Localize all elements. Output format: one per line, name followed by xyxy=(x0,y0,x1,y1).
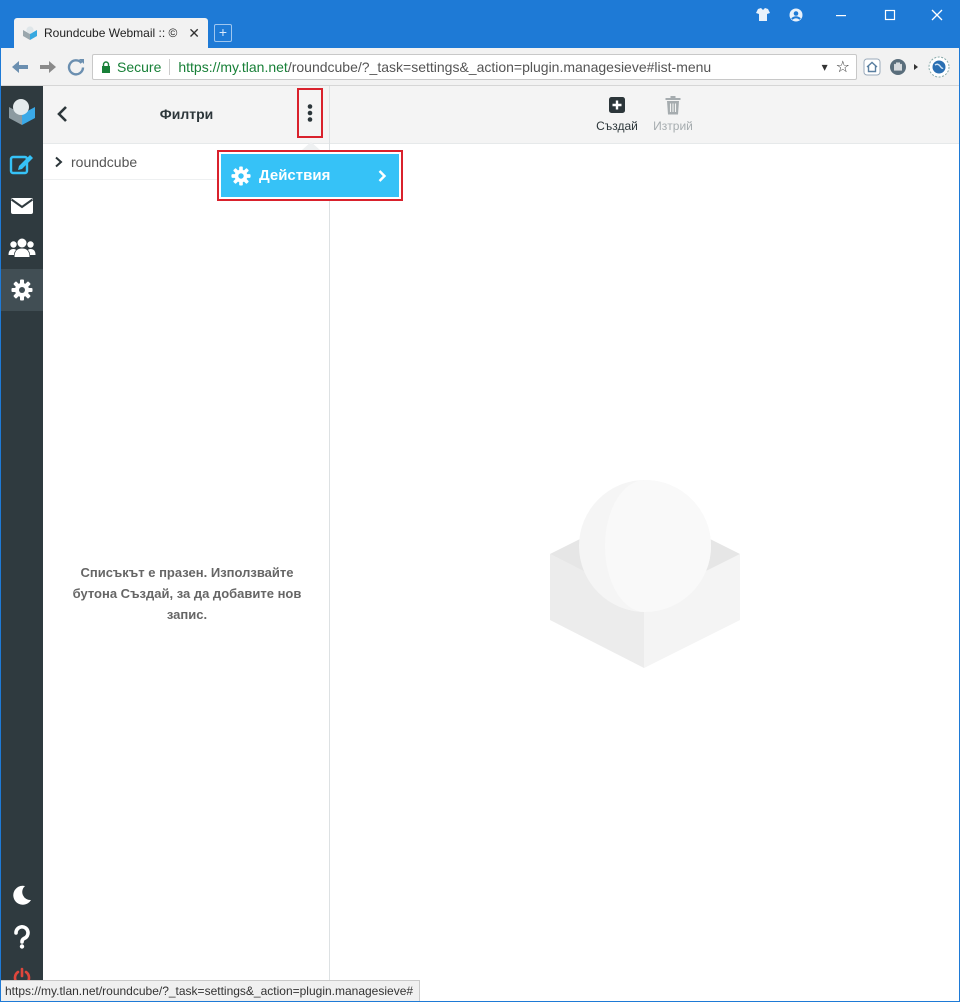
roundcube-watermark-icon xyxy=(550,480,740,668)
chevron-right-icon[interactable] xyxy=(53,156,65,168)
question-icon xyxy=(13,925,30,949)
secure-label: Secure xyxy=(117,59,162,75)
maximize-icon[interactable] xyxy=(879,6,901,24)
envelope-icon xyxy=(10,198,33,214)
profile-shirt-icon[interactable] xyxy=(752,6,774,24)
back-arrow-icon[interactable] xyxy=(10,57,30,77)
tab-title: Roundcube Webmail :: © xyxy=(44,26,178,40)
tab-close-icon[interactable]: ✕ xyxy=(188,25,200,42)
bookmark-star-icon[interactable]: ☆ xyxy=(836,57,850,77)
rail-logout[interactable] xyxy=(0,960,43,980)
create-button-label: Създай xyxy=(596,119,638,133)
browser-tab[interactable]: Roundcube Webmail :: © ✕ xyxy=(14,18,208,48)
browser-status-bar: https://my.tlan.net/roundcube/?_task=set… xyxy=(0,980,420,1002)
address-dropdown-icon[interactable]: ▾ xyxy=(822,60,828,74)
delete-button-label: Изтрий xyxy=(653,119,693,133)
roundcube-app: Филтри roundcube Списъкът е празен. Изпо… xyxy=(0,86,960,1002)
users-icon xyxy=(8,238,35,257)
rail-mail[interactable] xyxy=(0,185,43,227)
filters-header: Филтри xyxy=(43,86,329,144)
url-path: /roundcube/?_task=settings&_action=plugi… xyxy=(287,59,712,75)
address-separator xyxy=(169,59,171,75)
browser-toolbar: Secure https://my.tlan.net /roundcube/?_… xyxy=(0,48,960,86)
vertical-dots-icon xyxy=(307,104,313,122)
power-icon xyxy=(13,967,30,980)
content-toolbar: Създай Изтрий xyxy=(330,86,960,144)
trash-icon xyxy=(665,95,681,114)
rail-help[interactable] xyxy=(0,916,43,958)
account-icon[interactable] xyxy=(785,6,807,24)
filter-content-pane: Създай Изтрий xyxy=(330,86,960,1002)
gear-icon xyxy=(11,279,32,301)
rail-logo[interactable] xyxy=(0,90,43,132)
actions-menu-item[interactable]: Действия xyxy=(221,154,399,197)
browser-title-bar: Roundcube Webmail :: © ✕ + xyxy=(0,0,960,48)
compose-icon xyxy=(9,155,33,175)
home-icon[interactable] xyxy=(863,58,881,76)
filter-set-label: roundcube xyxy=(71,153,138,170)
forward-arrow-icon[interactable] xyxy=(38,57,58,77)
address-bar[interactable]: Secure https://my.tlan.net /roundcube/?_… xyxy=(92,54,857,80)
roundcube-favicon-icon xyxy=(23,26,37,40)
hand-extension-icon[interactable] xyxy=(889,58,907,76)
lock-icon xyxy=(102,61,110,73)
empty-list-message: Списъкът е празен. Използвайте бутона Съ… xyxy=(72,565,302,622)
list-menu-button[interactable] xyxy=(297,88,323,138)
url-host: https://my.tlan.net xyxy=(178,59,288,75)
roundcube-logo-icon xyxy=(8,99,35,125)
list-menu-popup: Действия xyxy=(217,150,403,201)
page-title: Филтри xyxy=(159,106,214,122)
plus-square-icon xyxy=(609,97,625,113)
popup-arrow xyxy=(302,142,320,150)
address-actions: ▾ ☆ xyxy=(822,57,850,77)
reload-icon[interactable] xyxy=(66,57,86,77)
rail-compose[interactable] xyxy=(0,143,43,185)
rail-contacts[interactable] xyxy=(0,227,43,269)
actions-menu-label: Действия xyxy=(259,167,331,184)
chevron-right-icon xyxy=(378,169,387,182)
extensions-overflow-icon[interactable] xyxy=(912,58,920,76)
globe-extension-icon[interactable] xyxy=(928,56,950,78)
taskmenu-rail xyxy=(0,86,43,1002)
moon-icon xyxy=(12,885,31,905)
gear-icon xyxy=(231,165,251,186)
delete-button[interactable]: Изтрий xyxy=(645,94,701,133)
create-button[interactable]: Създай xyxy=(589,94,645,133)
close-window-icon[interactable] xyxy=(926,6,948,24)
rail-settings[interactable] xyxy=(0,269,43,311)
minimize-icon[interactable] xyxy=(830,6,852,24)
new-tab-button[interactable]: + xyxy=(214,24,232,42)
rail-dark-mode[interactable] xyxy=(0,874,43,916)
filters-list-pane: Филтри roundcube Списъкът е празен. Изпо… xyxy=(43,86,330,1002)
